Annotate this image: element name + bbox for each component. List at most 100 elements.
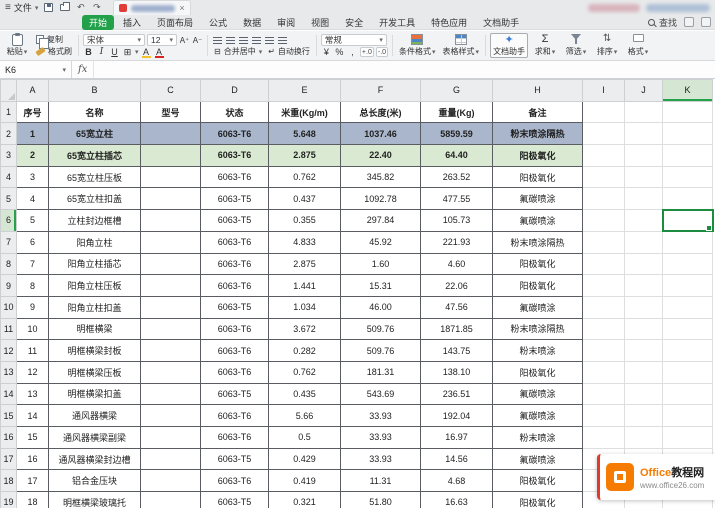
- row-header-10[interactable]: 10: [1, 296, 17, 318]
- wrap-text-button[interactable]: ↵ 自动换行: [266, 46, 312, 57]
- cell-A9[interactable]: 8: [17, 275, 49, 297]
- cell-K6[interactable]: [663, 210, 713, 232]
- cell-D7[interactable]: 6063-T6: [201, 231, 269, 253]
- cell-I13[interactable]: [583, 361, 625, 383]
- cell-H15[interactable]: 氟碳喷涂: [493, 405, 583, 427]
- font-name-select[interactable]: 宋体▾: [83, 34, 145, 46]
- cell-J12[interactable]: [625, 340, 663, 362]
- cell-J2[interactable]: [625, 123, 663, 145]
- row-header-4[interactable]: 4: [1, 166, 17, 188]
- cell-I4[interactable]: [583, 166, 625, 188]
- cell-F17[interactable]: 33.93: [341, 448, 421, 470]
- column-header-A[interactable]: A: [17, 80, 49, 102]
- cell-G16[interactable]: 16.97: [421, 427, 493, 449]
- cell-K13[interactable]: [663, 361, 713, 383]
- align-left-icon[interactable]: [251, 34, 262, 46]
- row-header-6[interactable]: 6: [1, 210, 17, 232]
- cell-B9[interactable]: 阳角立柱压板: [49, 275, 141, 297]
- align-top-icon[interactable]: [212, 34, 223, 46]
- cell-G6[interactable]: 105.73: [421, 210, 493, 232]
- cell-E18[interactable]: 0.419: [269, 470, 341, 492]
- sum-button[interactable]: Σ 求和▾: [531, 33, 559, 58]
- row-header-8[interactable]: 8: [1, 253, 17, 275]
- cell-G17[interactable]: 14.56: [421, 448, 493, 470]
- cell-K4[interactable]: [663, 166, 713, 188]
- cell-A15[interactable]: 14: [17, 405, 49, 427]
- cell-A13[interactable]: 12: [17, 361, 49, 383]
- cell-H5[interactable]: 氟碳喷涂: [493, 188, 583, 210]
- name-box[interactable]: K6 ▾: [0, 61, 72, 78]
- cell-I15[interactable]: [583, 405, 625, 427]
- row-header-14[interactable]: 14: [1, 383, 17, 405]
- cell-G9[interactable]: 22.06: [421, 275, 493, 297]
- cell-A17[interactable]: 16: [17, 448, 49, 470]
- cell-C10[interactable]: [141, 296, 201, 318]
- cell-E14[interactable]: 0.435: [269, 383, 341, 405]
- cell-C12[interactable]: [141, 340, 201, 362]
- cell-I2[interactable]: [583, 123, 625, 145]
- cell-D9[interactable]: 6063-T6: [201, 275, 269, 297]
- cell-E13[interactable]: 0.762: [269, 361, 341, 383]
- cell-G1[interactable]: 重量(Kg): [421, 101, 493, 123]
- paste-button[interactable]: 粘贴▾: [3, 33, 31, 58]
- cell-D3[interactable]: 6063-T6: [201, 145, 269, 167]
- cell-I6[interactable]: [583, 210, 625, 232]
- cell-I12[interactable]: [583, 340, 625, 362]
- cell-A2[interactable]: 1: [17, 123, 49, 145]
- cell-F10[interactable]: 46.00: [341, 296, 421, 318]
- cell-C1[interactable]: 型号: [141, 101, 201, 123]
- cell-G8[interactable]: 4.60: [421, 253, 493, 275]
- cell-E19[interactable]: 0.321: [269, 492, 341, 508]
- cell-D2[interactable]: 6063-T6: [201, 123, 269, 145]
- cell-K14[interactable]: [663, 383, 713, 405]
- cell-D19[interactable]: 6063-T5: [201, 492, 269, 508]
- cell-A8[interactable]: 7: [17, 253, 49, 275]
- cell-A6[interactable]: 5: [17, 210, 49, 232]
- cell-I14[interactable]: [583, 383, 625, 405]
- align-bottom-icon[interactable]: [238, 34, 249, 46]
- cell-E3[interactable]: 2.875: [269, 145, 341, 167]
- increase-decimal-button[interactable]: +.0: [360, 47, 374, 57]
- cell-A18[interactable]: 17: [17, 470, 49, 492]
- cell-H1[interactable]: 备注: [493, 101, 583, 123]
- cell-D4[interactable]: 6063-T6: [201, 166, 269, 188]
- format-button[interactable]: 格式▾: [624, 33, 652, 58]
- cell-K10[interactable]: [663, 296, 713, 318]
- decrease-decimal-button[interactable]: -.0: [376, 47, 388, 57]
- cell-D15[interactable]: 6063-T6: [201, 405, 269, 427]
- filter-button[interactable]: 筛选▾: [562, 33, 590, 58]
- row-header-13[interactable]: 13: [1, 361, 17, 383]
- cell-K12[interactable]: [663, 340, 713, 362]
- cell-H3[interactable]: 阳极氧化: [493, 145, 583, 167]
- cell-K2[interactable]: [663, 123, 713, 145]
- cell-E10[interactable]: 1.034: [269, 296, 341, 318]
- cell-B10[interactable]: 阳角立柱扣盖: [49, 296, 141, 318]
- cell-F14[interactable]: 543.69: [341, 383, 421, 405]
- cell-K15[interactable]: [663, 405, 713, 427]
- ribbon-tab-10[interactable]: 文档助手: [476, 15, 526, 30]
- cell-A12[interactable]: 11: [17, 340, 49, 362]
- cell-J8[interactable]: [625, 253, 663, 275]
- conditional-format-button[interactable]: 条件格式▾: [397, 33, 438, 58]
- cell-C3[interactable]: [141, 145, 201, 167]
- cell-K7[interactable]: [663, 231, 713, 253]
- ribbon-tab-8[interactable]: 开发工具: [372, 15, 422, 30]
- cell-F15[interactable]: 33.93: [341, 405, 421, 427]
- cell-B6[interactable]: 立柱封边框槽: [49, 210, 141, 232]
- cell-J14[interactable]: [625, 383, 663, 405]
- formula-input[interactable]: [94, 61, 715, 78]
- cell-K9[interactable]: [663, 275, 713, 297]
- cell-G19[interactable]: 16.63: [421, 492, 493, 508]
- currency-button[interactable]: ¥: [321, 46, 332, 58]
- cell-B17[interactable]: 通风器横梁封边槽: [49, 448, 141, 470]
- cell-H8[interactable]: 阳极氧化: [493, 253, 583, 275]
- cell-F18[interactable]: 11.31: [341, 470, 421, 492]
- ribbon-tab-2[interactable]: 页面布局: [150, 15, 200, 30]
- cell-I1[interactable]: [583, 101, 625, 123]
- cell-B13[interactable]: 明框横梁压板: [49, 361, 141, 383]
- cell-F1[interactable]: 总长度(米): [341, 101, 421, 123]
- bold-button[interactable]: B: [83, 46, 94, 58]
- cell-H11[interactable]: 粉末喷涂隔热: [493, 318, 583, 340]
- cell-G7[interactable]: 221.93: [421, 231, 493, 253]
- cell-D12[interactable]: 6063-T6: [201, 340, 269, 362]
